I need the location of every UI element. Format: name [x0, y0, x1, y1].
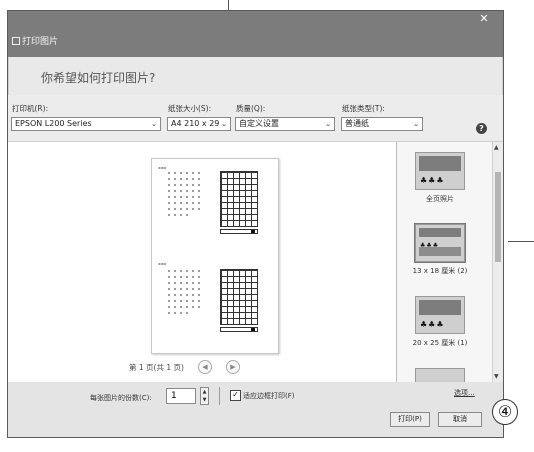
help-icon[interactable]: ? [476, 123, 487, 134]
chevron-down-icon: ⌄ [325, 120, 331, 128]
calendar-dots-graphic [168, 270, 200, 314]
print-button[interactable]: 打印(P) [390, 412, 430, 427]
prev-page-button[interactable]: ◀ [197, 360, 212, 374]
window-title: 打印图片 [12, 34, 58, 47]
layout-scrollbar[interactable]: ▲ ▼ [492, 142, 503, 382]
thumbnail-trees: ♣♣♣ [420, 176, 445, 185]
paper-type-value: 普通纸 [345, 119, 369, 128]
dialog-header: 你希望如何打印图片? [9, 57, 502, 95]
chevron-down-icon: ⌄ [151, 120, 157, 128]
next-page-button[interactable]: ▶ [225, 360, 240, 374]
layout-item-13x18[interactable]: ♣♣♣ 13 x 18 厘米 (2) [408, 223, 472, 276]
app-icon [12, 36, 20, 45]
preview-caption-mark: ▪▪▪ [158, 165, 167, 170]
chevron-left-icon: ◀ [202, 363, 208, 371]
fit-frame-label: 适应边框打印(F) [243, 392, 295, 400]
layout-caption: 全页照片 [426, 195, 454, 203]
printer-label: 打印机(R): [12, 104, 49, 113]
footer-bar: 每张图片的份数(C): 1 ▲ ▼ ✓ 适应边框打印(F) 选项... 打印(P)… [8, 382, 503, 437]
chevron-down-icon: ⌄ [413, 120, 419, 128]
thumbnail-sky [419, 300, 461, 315]
mini-calendar-preview [166, 169, 208, 227]
calendar-dots-graphic [168, 172, 200, 216]
thumbnail-sky [419, 228, 461, 237]
background-divider [228, 0, 229, 10]
page-title: 你希望如何打印图片? [41, 71, 156, 85]
page-navigator: 第 1 页(共 1 页) ◀ ▶ [129, 360, 240, 374]
page-indicator: 第 1 页(共 1 页) [129, 362, 184, 372]
paper-size-value: A4 210 x 29 [171, 119, 220, 128]
quality-value: 自定义设置 [239, 119, 279, 128]
calendar-grid-preview [220, 269, 258, 325]
scroll-down-icon[interactable]: ▼ [494, 373, 499, 380]
scroll-up-icon[interactable]: ▲ [494, 144, 499, 151]
close-icon[interactable]: ✕ [475, 12, 493, 26]
paper-type-select[interactable]: 普通纸 ⌄ [341, 117, 423, 131]
footer-block [251, 230, 255, 233]
background-rule [508, 241, 534, 242]
paper-size-select[interactable]: A4 210 x 29 ⌄ [167, 117, 231, 131]
preview-caption-mark: ▪▪▪ [158, 261, 167, 266]
fit-frame-checkbox[interactable]: ✓ [230, 390, 241, 401]
layout-item-full-page[interactable]: ♣♣♣ 全页照片 [408, 152, 472, 204]
thumbnail-sky [419, 156, 461, 171]
cancel-button[interactable]: 取消 [438, 412, 482, 427]
divider [219, 387, 220, 405]
scrollbar-thumb[interactable] [495, 172, 501, 262]
print-settings-row: 打印机(R): EPSON L200 Series ⌄ 纸张大小(S): A4 … [8, 95, 503, 141]
printer-value: EPSON L200 Series [15, 119, 92, 128]
paper-type-label: 纸张类型(T): [342, 104, 385, 113]
calendar-footer-preview [220, 229, 258, 234]
annotation-marker: ④ [492, 399, 518, 425]
window-title-text: 打印图片 [22, 37, 59, 47]
copies-stepper[interactable]: ▲ ▼ [200, 387, 209, 405]
thumbnail-trees: ♣♣♣ [420, 320, 445, 329]
calendar-grid-preview [220, 171, 258, 227]
calendar-footer-preview [220, 327, 258, 332]
layout-list: ♣♣♣ 全页照片 ♣♣♣ 13 x 18 厘米 (2) ♣♣♣ 20 x 25 … [398, 142, 492, 384]
options-link[interactable]: 选项... [454, 388, 475, 398]
footer-block [251, 328, 255, 331]
layout-caption: 13 x 18 厘米 (2) [412, 267, 468, 275]
title-bar: ✕ 打印图片 [8, 11, 503, 57]
layout-caption: 20 x 25 厘米 (1) [412, 339, 468, 347]
main-panel: ▪▪▪ ▪▪▪ 第 1 页(共 1 页) ◀ ▶ ♣♣♣ 全页照片 ♣♣♣ 13… [8, 142, 503, 384]
printer-select[interactable]: EPSON L200 Series ⌄ [11, 117, 161, 131]
copies-input[interactable]: 1 [166, 388, 196, 404]
layout-item-20x25[interactable]: ♣♣♣ 20 x 25 厘米 (1) [408, 296, 472, 348]
print-pictures-dialog: ✕ 打印图片 你希望如何打印图片? 打印机(R): EPSON L200 Ser… [7, 10, 504, 438]
layout-thumbnail: ♣♣♣ [415, 296, 465, 334]
paper-size-label: 纸张大小(S): [168, 104, 212, 113]
mini-calendar-preview [166, 267, 208, 325]
preview-area: ▪▪▪ ▪▪▪ 第 1 页(共 1 页) ◀ ▶ [8, 142, 397, 382]
layout-thumbnail: ♣♣♣ [415, 152, 465, 190]
chevron-down-icon: ⌄ [221, 120, 227, 128]
page-preview: ▪▪▪ ▪▪▪ [151, 158, 279, 354]
quality-label: 质量(Q): [236, 104, 266, 113]
copies-label: 每张图片的份数(C): [90, 394, 152, 402]
quality-select[interactable]: 自定义设置 ⌄ [235, 117, 335, 131]
thumbnail-sky [419, 247, 461, 256]
layout-thumbnail: ♣♣♣ [414, 223, 466, 263]
chevron-right-icon: ▶ [230, 363, 236, 371]
